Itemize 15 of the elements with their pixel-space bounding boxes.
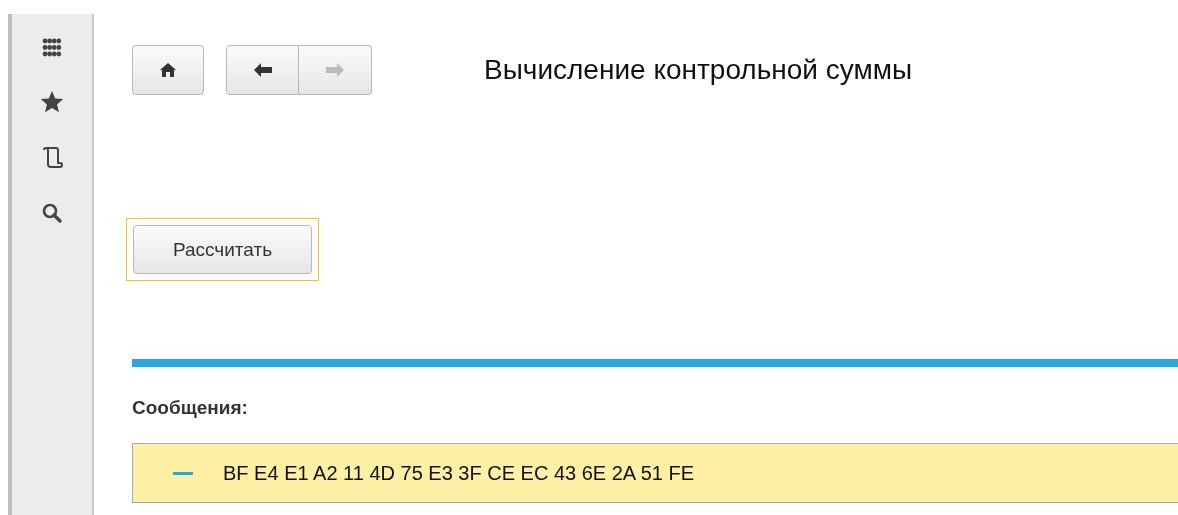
- home-icon: [160, 63, 176, 77]
- message-text: BF E4 E1 A2 11 4D 75 E3 3F CE EC 43 6E 2A 51 FE: [223, 461, 694, 485]
- dash-icon: [173, 471, 193, 475]
- back-arrow-icon: [253, 63, 272, 77]
- calculate-button[interactable]: Рассчитать: [133, 225, 312, 274]
- form-title: Вычисление контрольной суммы: [484, 54, 913, 86]
- apps-grid-icon[interactable]: [42, 38, 62, 58]
- forward-arrow-icon: [326, 63, 344, 77]
- message-row[interactable]: BF E4 E1 A2 11 4D 75 E3 3F CE EC 43 6E 2A 51 FE: [132, 443, 1178, 503]
- search-icon[interactable]: [41, 202, 63, 224]
- scroll-icon[interactable]: [41, 146, 63, 170]
- home-button[interactable]: [132, 45, 204, 95]
- back-button[interactable]: [226, 45, 299, 95]
- star-icon[interactable]: [40, 90, 64, 114]
- messages-title: Сообщения:: [132, 397, 249, 419]
